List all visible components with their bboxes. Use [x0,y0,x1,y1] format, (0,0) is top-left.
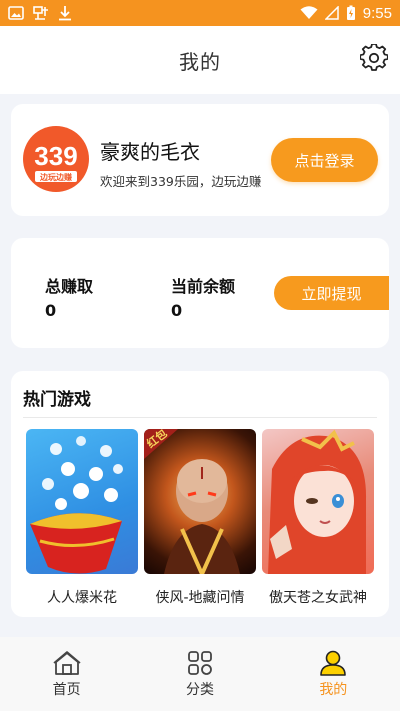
welcome-text: 欢迎来到339乐园，边玩边赚 [100,174,262,189]
home-icon [53,650,81,675]
total-earned: 总赚取 0 [45,273,93,320]
profile-card: 339 边玩边赚 豪爽的毛衣 欢迎来到339乐园，边玩边赚 点击登录 [11,104,389,216]
username: 豪爽的毛衣 [100,140,200,164]
page-header: 我的 [0,26,400,94]
tab-home[interactable]: 首页 [0,637,133,711]
anime-girl-game-cover [262,429,374,574]
app-notification-icon [33,6,48,20]
game-item[interactable]: 人人爆米花 [26,429,138,607]
hot-games-card: 热门游戏 人人爆米花 红包 侠风-地藏问情 傲天苍之女武神 [11,371,389,617]
earnings-card: 总赚取 0 当前余额 0 立即提现 [11,238,389,348]
tab-category-label: 分类 [185,681,214,698]
app-logo: 339 边玩边赚 [23,126,89,192]
withdraw-button[interactable]: 立即提现 [274,276,389,310]
login-button[interactable]: 点击登录 [271,138,378,182]
monk-game-cover: 红包 [144,429,256,574]
current-balance-value: 0 [171,301,183,320]
status-time: 9:55 [362,4,392,22]
category-icon [188,650,212,675]
current-balance: 当前余额 0 [171,273,235,320]
wifi-icon [300,6,318,19]
profile-icon [320,650,347,676]
tab-profile[interactable]: 我的 [267,637,400,711]
tab-home-label: 首页 [52,681,81,698]
game-item[interactable]: 红包 侠风-地藏问情 [144,429,256,607]
game-name: 傲天苍之女武神 [269,590,367,606]
battery-icon [346,5,355,20]
game-name: 侠风-地藏问情 [155,590,245,606]
download-icon [59,6,71,21]
divider [23,417,377,418]
game-name: 人人爆米花 [47,590,117,606]
total-earned-label: 总赚取 [45,277,94,296]
tab-category[interactable]: 分类 [133,637,266,711]
tab-profile-label: 我的 [319,681,348,698]
logo-text: 339 [34,141,77,171]
bottom-tab-bar: 首页 分类 我的 [0,637,400,711]
current-balance-label: 当前余额 [171,277,236,296]
popcorn-game-cover [26,429,138,574]
game-item[interactable]: 傲天苍之女武神 [262,429,374,607]
page-title: 我的 [179,49,221,74]
signal-icon [324,6,339,20]
image-notification-icon [8,6,24,20]
hot-games-title: 热门游戏 [23,390,91,410]
logo-sub-text: 边玩边赚 [39,172,72,182]
gear-icon [360,44,388,71]
status-bar: 9:55 [0,0,400,26]
settings-button[interactable] [358,42,390,74]
total-earned-value: 0 [45,301,57,320]
